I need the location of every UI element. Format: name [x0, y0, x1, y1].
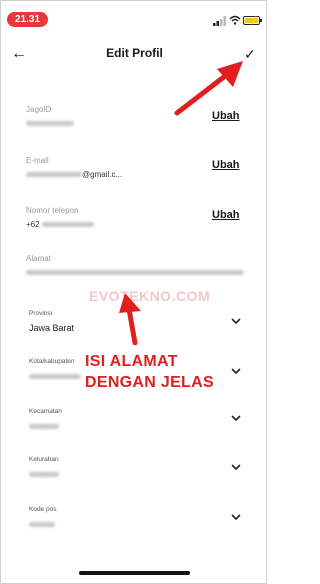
status-bar: 21.31 ⚡: [1, 1, 268, 31]
change-phone-button[interactable]: Ubah: [212, 209, 240, 221]
chevron-down-icon[interactable]: [231, 367, 241, 375]
change-jagoid-button[interactable]: Ubah: [212, 110, 240, 122]
phone-screen: 21.31 ⚡ ← Edit Profil ✓ JagoID Ubah E-ma…: [0, 0, 267, 584]
postal-code-dropdown[interactable]: Kode pos: [29, 506, 247, 530]
chevron-down-icon[interactable]: [231, 463, 241, 471]
watermark: EVOTEKNO.COM: [89, 288, 211, 304]
annotation-arrow-icon: [119, 293, 141, 345]
village-value: [29, 469, 247, 480]
email-domain: @gmail.c...: [82, 170, 123, 179]
chevron-down-icon[interactable]: [231, 317, 241, 325]
battery-tip: [260, 19, 262, 22]
address-value[interactable]: [26, 268, 248, 278]
cellular-signal-icon: [213, 16, 226, 26]
status-time: 21.31: [7, 12, 48, 27]
village-dropdown[interactable]: Kelurahan: [29, 456, 247, 480]
annotation-line-1: ISI ALAMAT: [85, 353, 178, 370]
battery-icon: ⚡: [243, 16, 260, 25]
postal-code-value: [29, 519, 247, 530]
village-label: Kelurahan: [29, 456, 59, 463]
district-value: [29, 421, 247, 432]
email-value: @gmail.c...: [26, 170, 248, 180]
annotation-line-2: DENGAN JELAS: [85, 374, 214, 391]
address-field[interactable]: Alamat: [26, 254, 248, 278]
home-indicator[interactable]: [79, 571, 190, 575]
address-label: Alamat: [26, 254, 51, 263]
check-icon[interactable]: ✓: [244, 46, 256, 63]
change-email-button[interactable]: Ubah: [212, 159, 240, 171]
postal-code-label: Kode pos: [29, 506, 57, 513]
page-title: Edit Profil: [106, 46, 163, 60]
district-label: Kecamatan: [29, 408, 62, 415]
chevron-down-icon[interactable]: [231, 414, 241, 422]
chevron-down-icon[interactable]: [231, 513, 241, 521]
phone-prefix: +62: [26, 220, 40, 229]
wifi-icon: [229, 15, 241, 25]
phone-value: +62: [26, 220, 248, 230]
district-dropdown[interactable]: Kecamatan: [29, 408, 247, 432]
